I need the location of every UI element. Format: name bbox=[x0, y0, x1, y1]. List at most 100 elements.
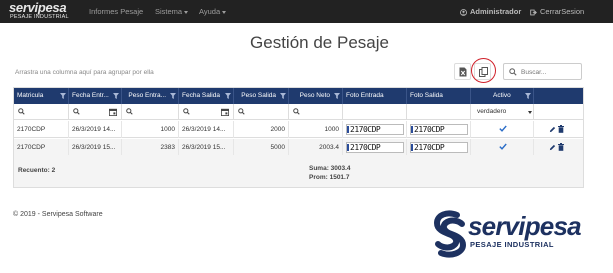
check-icon bbox=[499, 143, 507, 150]
brand-logo[interactable]: servipesa PESAJE INDUSTRIAL bbox=[9, 1, 75, 21]
edit-icon[interactable] bbox=[549, 144, 556, 151]
cell-matricula: 2170CDP bbox=[14, 121, 69, 138]
search-icon bbox=[238, 108, 245, 115]
edit-icon[interactable] bbox=[549, 126, 556, 133]
column-header-activo[interactable]: Activo bbox=[471, 88, 534, 104]
check-icon bbox=[499, 125, 507, 132]
trash-icon[interactable] bbox=[558, 125, 564, 133]
cell-foto-entrada: 2170CDP bbox=[343, 121, 407, 138]
table-row[interactable]: 2170CDP 26/3/2019 15... 2383 26/3/2019 1… bbox=[14, 139, 583, 156]
cell-fecha-salida: 26/3/2019 14... bbox=[179, 121, 234, 138]
filter-cell-peso-entrada[interactable] bbox=[122, 104, 179, 120]
nav-logout[interactable]: CerrarSesion bbox=[530, 0, 584, 23]
grid-summary: Recuento: 2 Suma: 3003.4 Prom: 1501.7 bbox=[14, 155, 583, 187]
chevron-down-icon bbox=[184, 10, 189, 14]
column-header-matricula[interactable]: Matricula bbox=[14, 88, 69, 104]
filter-cell-peso-neto[interactable] bbox=[289, 104, 343, 120]
navbar: servipesa PESAJE INDUSTRIAL Informes Pes… bbox=[0, 0, 613, 23]
filter-cell-actions bbox=[534, 104, 583, 120]
nav-user[interactable]: Administrador bbox=[460, 0, 521, 23]
column-header-peso-entrada[interactable]: Peso Entra... bbox=[122, 88, 179, 104]
export-excel-button[interactable] bbox=[454, 63, 471, 80]
column-header-foto-entrada[interactable]: Foto Entrada bbox=[343, 88, 407, 104]
chevron-down-icon bbox=[528, 111, 532, 114]
filter-icon[interactable] bbox=[60, 93, 66, 99]
license-plate-image[interactable]: 2170CDP bbox=[410, 124, 468, 135]
search-icon bbox=[73, 108, 80, 115]
user-icon bbox=[460, 8, 467, 16]
summary-count: Recuento: 2 bbox=[18, 167, 56, 174]
nav-ayuda[interactable]: Ayuda bbox=[199, 0, 227, 23]
column-header-fecha-entrada[interactable]: Fecha Entr... bbox=[69, 88, 122, 104]
cell-fecha-salida: 26/3/2019 15... bbox=[179, 139, 234, 156]
nav-sistema[interactable]: Sistema bbox=[155, 0, 189, 23]
filter-icon[interactable] bbox=[225, 93, 231, 99]
nav-sistema-label: Sistema bbox=[155, 7, 183, 16]
summary-sum: Suma: 3003.4 bbox=[309, 165, 351, 172]
summary-avg: Prom: 1501.7 bbox=[309, 174, 350, 181]
filter-icon[interactable] bbox=[280, 93, 286, 99]
search-input[interactable] bbox=[521, 66, 579, 78]
filter-icon[interactable] bbox=[170, 93, 176, 99]
cell-foto-entrada: 2170CDP bbox=[343, 139, 407, 156]
filter-cell-peso-salida[interactable] bbox=[234, 104, 289, 120]
filter-cell-activo[interactable]: verdadero bbox=[471, 104, 534, 120]
cell-peso-neto: 2003.4 bbox=[289, 139, 343, 156]
column-header-label: Peso Neto bbox=[299, 92, 330, 99]
cell-peso-neto: 1000 bbox=[289, 121, 343, 138]
license-plate-image[interactable]: 2170CDP bbox=[410, 142, 468, 153]
cell-activo bbox=[471, 121, 534, 138]
filter-cell-fecha-entrada[interactable] bbox=[69, 104, 122, 120]
copyright: © 2019 - Servipesa Software bbox=[13, 211, 103, 218]
table-row[interactable]: 2170CDP 26/3/2019 14... 1000 26/3/2019 1… bbox=[14, 121, 583, 138]
column-header-label: Activo bbox=[493, 92, 511, 99]
search-icon bbox=[126, 108, 133, 115]
activo-filter-select[interactable]: verdadero bbox=[477, 106, 532, 118]
column-header-label: Fecha Entr... bbox=[72, 92, 109, 99]
search-box[interactable] bbox=[503, 63, 582, 80]
cell-peso-entrada: 2383 bbox=[122, 139, 179, 156]
chevron-down-icon bbox=[222, 10, 227, 14]
nav-ayuda-label: Ayuda bbox=[199, 7, 221, 16]
calendar-icon[interactable] bbox=[221, 108, 229, 116]
search-icon bbox=[509, 68, 517, 76]
servipesa-logo: servipesa PESAJE INDUSTRIAL bbox=[433, 209, 593, 261]
filter-icon[interactable] bbox=[334, 93, 340, 99]
cell-foto-salida: 2170CDP bbox=[407, 121, 471, 138]
activo-filter-value: verdadero bbox=[477, 108, 507, 115]
trash-icon[interactable] bbox=[558, 143, 564, 151]
cell-fecha-entrada: 26/3/2019 15... bbox=[69, 139, 122, 156]
logo-wordmark: servipesa bbox=[468, 211, 582, 241]
data-grid: Matricula Fecha Entr... Peso Entra... Fe… bbox=[13, 87, 584, 188]
column-header-label: Peso Salida bbox=[241, 92, 276, 99]
column-header-peso-neto[interactable]: Peso Neto bbox=[289, 88, 343, 104]
cell-fecha-entrada: 26/3/2019 14... bbox=[69, 121, 122, 138]
column-header-fecha-salida[interactable]: Fecha Salida bbox=[179, 88, 234, 104]
column-header-label: Fecha Salida bbox=[182, 92, 220, 99]
calendar-icon[interactable] bbox=[109, 108, 117, 116]
search-icon bbox=[293, 108, 300, 115]
cell-peso-entrada: 1000 bbox=[122, 121, 179, 138]
annotation-circle bbox=[471, 58, 496, 83]
license-plate-image[interactable]: 2170CDP bbox=[346, 124, 404, 135]
column-header-peso-salida[interactable]: Peso Salida bbox=[234, 88, 289, 104]
grid-header: Matricula Fecha Entr... Peso Entra... Fe… bbox=[14, 88, 583, 104]
logout-icon bbox=[530, 9, 537, 15]
nav-informes-pesaje[interactable]: Informes Pesaje bbox=[89, 0, 143, 23]
cell-foto-salida: 2170CDP bbox=[407, 139, 471, 156]
filter-row: verdadero bbox=[14, 104, 583, 120]
logo-emblem-icon bbox=[433, 210, 467, 258]
search-icon bbox=[183, 108, 190, 115]
filter-icon[interactable] bbox=[525, 93, 531, 99]
filter-cell-matricula[interactable] bbox=[14, 104, 69, 120]
cell-peso-salida: 5000 bbox=[234, 139, 289, 156]
license-plate-image[interactable]: 2170CDP bbox=[346, 142, 404, 153]
filter-icon[interactable] bbox=[113, 93, 119, 99]
filter-cell-fecha-salida[interactable] bbox=[179, 104, 234, 120]
search-icon bbox=[18, 108, 25, 115]
column-header-foto-salida[interactable]: Foto Salida bbox=[407, 88, 471, 104]
group-panel[interactable]: Arrastra una columna aquí para agrupar p… bbox=[15, 69, 154, 76]
column-header-label: Matricula bbox=[17, 92, 44, 99]
column-header-label: Peso Entra... bbox=[128, 92, 166, 99]
cell-matricula: 2170CDP bbox=[14, 139, 69, 156]
